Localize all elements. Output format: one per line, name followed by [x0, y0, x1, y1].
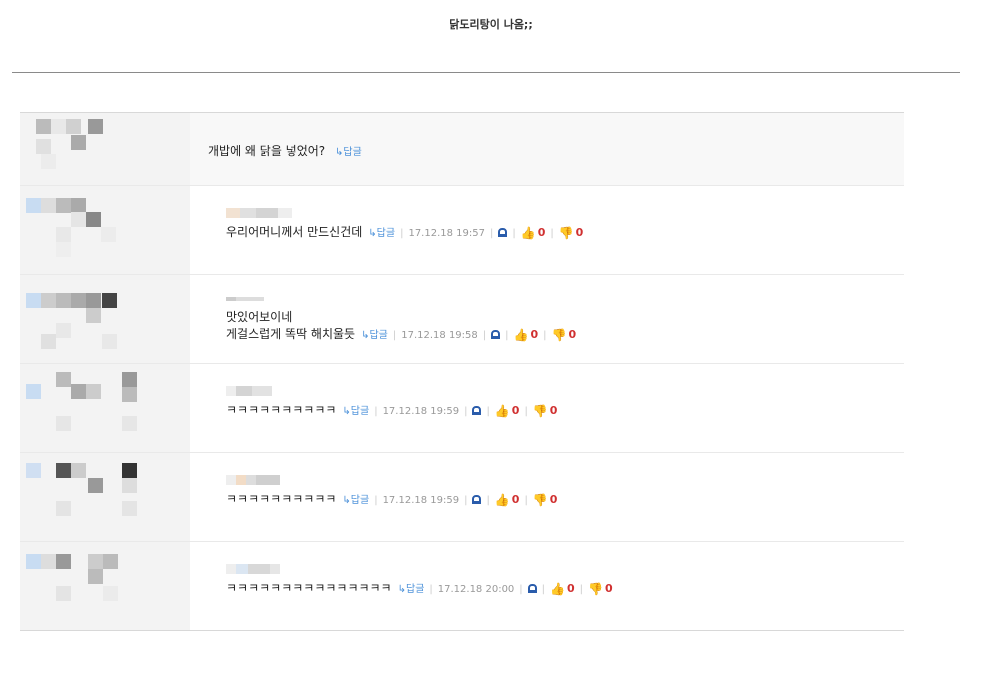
- avatar: [20, 364, 190, 452]
- like-count: 0: [567, 582, 575, 595]
- like-count: 0: [511, 404, 520, 417]
- reply-link[interactable]: ↳답글: [342, 495, 369, 506]
- bell-icon[interactable]: [491, 330, 501, 339]
- thumbs-up-icon[interactable]: 👍: [495, 492, 510, 509]
- reply-text: 게걸스럽게 똑딱 해치울듯 ↳답글 | 17.12.18 19:58 | | 👍 0 | 👎 0: [226, 327, 577, 344]
- dislike-count: 0: [549, 493, 558, 506]
- reply-text: ㅋㅋㅋㅋㅋㅋㅋㅋㅋㅋㅋㅋㅋㅋㅋ ↳답글 | 17.12.18 20:00 | | 👍 0 | 👎 0: [226, 581, 613, 598]
- avatar: [20, 275, 190, 363]
- bell-icon[interactable]: [472, 495, 482, 504]
- timestamp: 17.12.18 20:00: [437, 584, 515, 595]
- reply-text: 맛있어보이네: [226, 310, 293, 324]
- dislike-count: 0: [575, 226, 584, 239]
- dislike-count: 0: [604, 582, 613, 595]
- reply-row: ㅋㅋㅋㅋㅋㅋㅋㅋㅋㅋ ↳답글 | 17.12.18 19:59 | | 👍 0 | 👎 0: [20, 363, 904, 452]
- section-divider: [12, 72, 960, 73]
- post-title: 닭도리탕이 나옴;;: [449, 18, 533, 31]
- reply-text: ㅋㅋㅋㅋㅋㅋㅋㅋㅋㅋ ↳답글 | 17.12.18 19:59 | | 👍 0 | 👎 0: [226, 403, 558, 420]
- dislike-count: 0: [568, 328, 577, 341]
- dislike-count: 0: [549, 404, 558, 417]
- avatar: [20, 113, 190, 185]
- reply-link[interactable]: ↳답글: [361, 330, 388, 341]
- username-blurred: [226, 208, 583, 220]
- like-count: 0: [537, 226, 546, 239]
- thumbs-up-icon[interactable]: 👍: [514, 327, 529, 344]
- thumbs-down-icon[interactable]: 👎: [533, 492, 548, 509]
- reply-link[interactable]: ↳답글: [398, 584, 425, 595]
- bell-icon[interactable]: [527, 584, 537, 593]
- reply-row: ㅋㅋㅋㅋㅋㅋㅋㅋㅋㅋ ↳답글 | 17.12.18 19:59 | | 👍 0 | 👎 0: [20, 452, 904, 541]
- reply-text: 우리어머니께서 만드신건데 ↳답글 | 17.12.18 19:57 | | 👍 0 | 👎 0: [226, 225, 584, 242]
- thumbs-down-icon[interactable]: 👎: [588, 581, 603, 598]
- username-blurred: [226, 564, 613, 576]
- reply-link[interactable]: ↳답글: [335, 147, 362, 158]
- comment-text: 개밥에 왜 닭을 넣었어?: [208, 144, 326, 158]
- avatar: [20, 453, 190, 541]
- bell-icon[interactable]: [498, 228, 508, 237]
- bell-icon[interactable]: [472, 406, 482, 415]
- like-count: 0: [530, 328, 539, 341]
- thumbs-down-icon[interactable]: 👎: [552, 327, 567, 344]
- timestamp: 17.12.18 19:57: [408, 228, 485, 239]
- reply-row: 우리어머니께서 만드신건데 ↳답글 | 17.12.18 19:57 | | 👍 0 | 👎 0: [20, 185, 904, 274]
- thumbs-down-icon[interactable]: 👎: [533, 403, 548, 420]
- thumbs-up-icon[interactable]: 👍: [521, 225, 536, 242]
- reply-link[interactable]: ↳답글: [342, 406, 369, 417]
- reply-row: ㅋㅋㅋㅋㅋㅋㅋㅋㅋㅋㅋㅋㅋㅋㅋ ↳답글 | 17.12.18 20:00 | | 👍 0 | 👎 0: [20, 541, 904, 630]
- thumbs-up-icon[interactable]: 👍: [550, 581, 565, 598]
- reply-row: 맛있어보이네 게걸스럽게 똑딱 해치울듯 ↳답글 | 17.12.18 19:58 | |…: [20, 274, 904, 363]
- timestamp: 17.12.18 19:59: [382, 406, 460, 417]
- reply-link[interactable]: ↳답글: [368, 228, 395, 239]
- thumbs-down-icon[interactable]: 👎: [559, 225, 574, 242]
- timestamp: 17.12.18 19:59: [382, 495, 460, 506]
- timestamp: 17.12.18 19:58: [401, 330, 478, 341]
- comment-row: 개밥에 왜 닭을 넣었어? ↳답글: [20, 113, 904, 185]
- username-blurred: [226, 293, 576, 305]
- reply-text: ㅋㅋㅋㅋㅋㅋㅋㅋㅋㅋ ↳답글 | 17.12.18 19:59 | | 👍 0 | 👎 0: [226, 492, 558, 509]
- avatar: [20, 186, 190, 274]
- username-blurred: [226, 475, 557, 487]
- username-blurred: [226, 386, 557, 398]
- like-count: 0: [511, 493, 520, 506]
- comment-list: 개밥에 왜 닭을 넣었어? ↳답글 우리어머니께서 만드신건데 ↳답글 | 17…: [20, 112, 904, 631]
- avatar: [20, 542, 190, 630]
- thumbs-up-icon[interactable]: 👍: [495, 403, 510, 420]
